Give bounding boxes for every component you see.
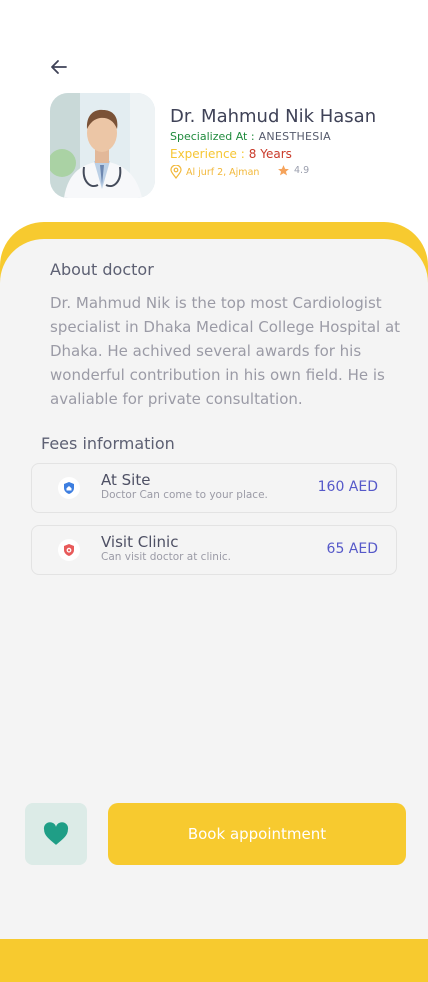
- fee-title: Visit Clinic: [101, 533, 179, 551]
- experience-label: Experience :: [170, 147, 245, 161]
- experience: Experience :8 Years: [170, 147, 292, 161]
- heart-icon: [43, 822, 69, 845]
- doctor-name: Dr. Mahmud Nik Hasan: [170, 106, 377, 127]
- rating: 4.9: [277, 164, 309, 177]
- specialization: Specialized At : ANESTHESIA: [170, 130, 331, 143]
- book-appointment-button[interactable]: Book appointment: [108, 803, 406, 865]
- fee-card-visit-clinic[interactable]: Visit Clinic Can visit doctor at clinic.…: [31, 525, 397, 575]
- location-pin-icon: [170, 165, 182, 179]
- fee-title: At Site: [101, 471, 151, 489]
- fees-title: Fees information: [41, 434, 175, 453]
- star-icon: [278, 165, 289, 176]
- fee-card-at-site[interactable]: At Site Doctor Can come to your place. 1…: [31, 463, 397, 513]
- rating-value: 4.9: [294, 165, 310, 176]
- location: Al jurf 2, Ajman: [170, 165, 259, 179]
- fee-subtitle: Doctor Can come to your place.: [101, 489, 268, 501]
- fee-icon-wrap: [58, 477, 80, 499]
- fee-price: 160 AED: [317, 479, 378, 495]
- home-shield-icon: [64, 482, 74, 494]
- experience-value: 8 Years: [248, 147, 292, 161]
- clinic-shield-icon: [64, 544, 74, 556]
- about-title: About doctor: [50, 260, 154, 279]
- favorite-button[interactable]: [25, 803, 87, 865]
- location-text: Al jurf 2, Ajman: [186, 166, 260, 178]
- specialized-label: Specialized At :: [170, 130, 255, 143]
- fee-icon-wrap: [58, 539, 80, 561]
- specialized-value: ANESTHESIA: [258, 130, 331, 143]
- about-text: Dr. Mahmud Nik is the top most Cardiolog…: [50, 294, 401, 408]
- doctor-avatar: [50, 93, 155, 198]
- back-button[interactable]: [48, 56, 70, 78]
- fee-subtitle: Can visit doctor at clinic.: [101, 551, 231, 563]
- arrow-left-icon: [51, 60, 67, 74]
- fee-price: 65 AED: [326, 541, 378, 557]
